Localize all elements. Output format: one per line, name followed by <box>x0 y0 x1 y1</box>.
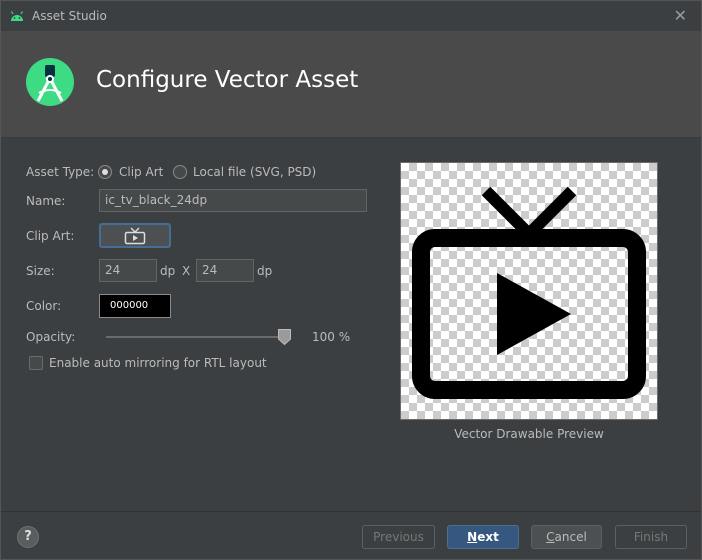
clip-art-radio-label: Clip Art <box>119 165 164 179</box>
local-file-radio[interactable] <box>173 165 187 179</box>
tv-icon <box>124 227 146 244</box>
wizard-header: Configure Vector Asset <box>1 31 701 138</box>
asset-studio-window: Asset Studio ✕ Configure Vector Asset As… <box>0 0 702 560</box>
clip-art-label: Clip Art: <box>26 229 75 243</box>
height-field[interactable]: 24 <box>196 259 254 282</box>
opacity-value: 100 % <box>312 330 351 344</box>
opacity-slider-track[interactable] <box>106 336 288 338</box>
clip-art-button[interactable] <box>99 223 171 248</box>
local-file-radio-label: Local file (SVG, PSD) <box>193 165 317 179</box>
previous-button[interactable]: Previous <box>362 525 435 549</box>
rtl-mirroring-label: Enable auto mirroring for RTL layout <box>49 356 267 370</box>
cancel-button[interactable]: Cancel <box>531 525 602 549</box>
preview-caption: Vector Drawable Preview <box>454 427 604 441</box>
name-field[interactable]: ic_tv_black_24dp <box>99 189 367 212</box>
android-icon <box>10 11 24 21</box>
asset-type-label: Asset Type: <box>26 165 95 179</box>
height-unit: dp <box>257 264 273 278</box>
help-button[interactable]: ? <box>17 526 39 548</box>
opacity-slider-thumb[interactable] <box>278 329 291 345</box>
size-separator: X <box>182 264 191 278</box>
opacity-label: Opacity: <box>26 330 76 344</box>
window-title: Asset Studio <box>32 9 107 23</box>
color-field[interactable]: 000000 <box>99 294 171 318</box>
finish-button[interactable]: Finish <box>615 525 687 549</box>
close-icon[interactable]: ✕ <box>674 7 687 25</box>
page-title: Configure Vector Asset <box>96 67 359 93</box>
size-label: Size: <box>26 264 55 278</box>
vector-preview <box>400 162 658 420</box>
width-field[interactable]: 24 <box>99 259 157 282</box>
width-unit: dp <box>160 264 176 278</box>
rtl-mirroring-checkbox[interactable] <box>29 356 43 370</box>
footer-divider <box>1 511 701 512</box>
color-label: Color: <box>26 299 62 313</box>
title-bar: Asset Studio ✕ <box>1 1 701 31</box>
android-studio-logo-icon <box>26 58 74 106</box>
clip-art-radio[interactable] <box>98 165 112 179</box>
name-label: Name: <box>26 194 66 208</box>
next-button[interactable]: Next <box>447 525 519 549</box>
tv-icon <box>412 186 646 399</box>
